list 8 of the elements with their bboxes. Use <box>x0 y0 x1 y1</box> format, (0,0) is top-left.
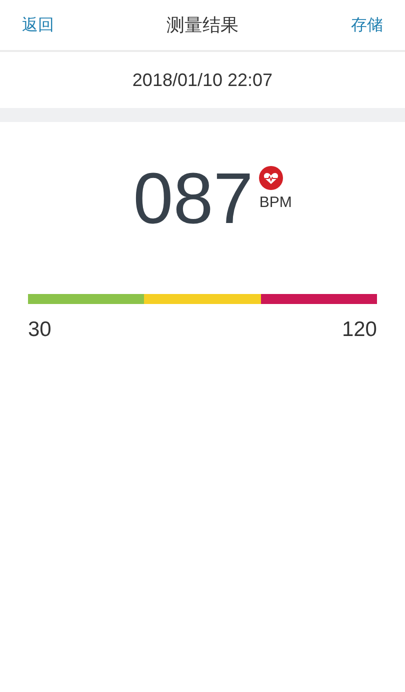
unit-label: BPM <box>259 194 292 211</box>
back-link[interactable]: 返回 <box>22 14 54 36</box>
measurement-date: 2018/01/10 22:07 <box>132 70 273 90</box>
heart-rate-value: 087 <box>133 160 254 238</box>
save-link[interactable]: 存储 <box>351 14 383 36</box>
scale-max: 120 <box>342 318 377 342</box>
scale-min: 30 <box>28 318 52 342</box>
page-title: 测量结果 <box>166 14 238 37</box>
